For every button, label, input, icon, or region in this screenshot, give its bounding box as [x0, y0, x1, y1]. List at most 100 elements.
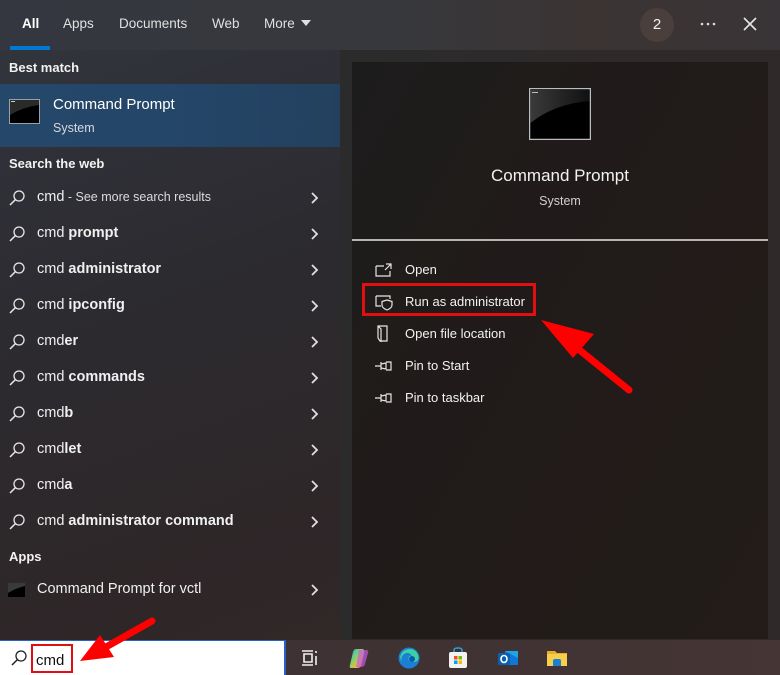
tab-web[interactable]: Web: [212, 0, 240, 50]
search-icon: [9, 334, 25, 350]
web-result-item[interactable]: cmd ipconfig: [0, 288, 340, 324]
apps-heading: Apps: [9, 549, 42, 564]
copilot-icon[interactable]: [347, 646, 371, 670]
best-match-item[interactable]: Command Prompt System: [0, 84, 340, 147]
suggestion-text: let: [64, 441, 82, 457]
edge-icon[interactable]: [397, 646, 421, 670]
open-icon: [375, 263, 392, 277]
web-result-item[interactable]: cmd administrator: [0, 252, 340, 288]
suggestion-text: b: [64, 405, 74, 421]
caret-down-icon: [300, 20, 311, 26]
chevron-right-icon: [311, 264, 319, 276]
web-result-label: cmda: [37, 477, 72, 493]
query-text: cmd: [37, 513, 69, 529]
store-icon[interactable]: [446, 646, 470, 670]
tab-more[interactable]: More: [264, 0, 311, 50]
search-icon: [11, 650, 27, 666]
search-icon: [9, 298, 25, 314]
search-icon: [9, 514, 25, 530]
action-pin-to-taskbar-label: Pin to taskbar: [405, 390, 485, 405]
command-prompt-icon: [9, 99, 40, 124]
search-icon: [9, 190, 25, 206]
search-icon: [9, 406, 25, 422]
file-explorer-icon[interactable]: [545, 646, 569, 670]
app-result-item[interactable]: Command Prompt for vctl: [0, 572, 340, 608]
query-text: cmd: [37, 405, 65, 421]
results-list: Best match Command Prompt System Search …: [0, 50, 340, 640]
suggestion-suffix: - See more search results: [64, 190, 211, 204]
close-icon: [743, 17, 757, 31]
web-result-label: cmdlet: [37, 441, 81, 457]
web-result-label: cmd commands: [37, 369, 145, 385]
chevron-right-icon: [311, 300, 319, 312]
query-text: cmd: [37, 477, 65, 493]
task-view-icon[interactable]: [298, 646, 322, 670]
web-result-label: cmdb: [37, 405, 73, 421]
suggestion-text: a: [64, 477, 73, 493]
best-match-title: Command Prompt: [53, 96, 175, 113]
preview-divider: [352, 239, 768, 241]
chevron-right-icon: [311, 516, 319, 528]
web-result-label: cmder: [37, 333, 78, 349]
search-filter-bar: All Apps Documents Web More 2: [0, 0, 780, 50]
pin-icon: [375, 393, 392, 403]
search-icon: [9, 442, 25, 458]
command-prompt-large-icon: [529, 88, 591, 140]
web-result-item[interactable]: cmd commands: [0, 360, 340, 396]
action-run-as-administrator[interactable]: Run as administrator: [374, 289, 674, 315]
web-result-item[interactable]: cmdlet: [0, 432, 340, 468]
web-result-item[interactable]: cmdb: [0, 396, 340, 432]
web-result-item[interactable]: cmder: [0, 324, 340, 360]
shield-icon: [375, 295, 393, 311]
web-result-label: cmd prompt: [37, 225, 118, 241]
web-result-label: cmd ipconfig: [37, 297, 125, 313]
chevron-right-icon: [311, 408, 319, 420]
command-prompt-icon: [8, 583, 25, 597]
web-result-item[interactable]: cmd administrator command: [0, 504, 340, 540]
taskbar: [0, 640, 780, 675]
tab-apps[interactable]: Apps: [63, 0, 94, 50]
query-text: cmd: [37, 297, 69, 313]
web-result-label: cmd administrator command: [37, 513, 234, 529]
chevron-right-icon: [311, 584, 319, 596]
action-pin-to-taskbar[interactable]: Pin to taskbar: [374, 385, 674, 411]
preview-subtitle: System: [539, 194, 581, 208]
web-result-label: cmd administrator: [37, 261, 161, 277]
suggestion-text: administrator command: [68, 513, 234, 529]
ellipsis-icon: [700, 22, 716, 26]
rewards-badge[interactable]: 2: [640, 8, 674, 42]
action-open-label: Open: [405, 262, 437, 277]
search-web-heading: Search the web: [9, 156, 105, 171]
suggestion-text: administrator: [68, 261, 162, 277]
outlook-icon[interactable]: [496, 646, 520, 670]
more-options-button[interactable]: [694, 10, 722, 38]
web-result-item[interactable]: cmd - See more search results: [0, 180, 340, 216]
search-input[interactable]: [36, 649, 236, 671]
search-icon: [9, 478, 25, 494]
web-result-item[interactable]: cmd prompt: [0, 216, 340, 252]
best-match-subtitle: System: [53, 121, 95, 135]
tab-documents[interactable]: Documents: [119, 0, 187, 50]
query-text: cmd: [37, 189, 65, 205]
web-result-label: cmd - See more search results: [37, 189, 211, 205]
tab-all[interactable]: All: [22, 0, 39, 50]
action-pin-to-start[interactable]: Pin to Start: [374, 353, 674, 379]
file-location-icon: [377, 325, 388, 342]
chevron-right-icon: [311, 336, 319, 348]
query-text: cmd: [37, 369, 69, 385]
action-open-file-location-label: Open file location: [405, 326, 506, 341]
action-pin-to-start-label: Pin to Start: [405, 358, 470, 373]
action-open[interactable]: Open: [374, 257, 674, 283]
action-run-as-administrator-label: Run as administrator: [405, 294, 525, 309]
best-match-heading: Best match: [9, 60, 80, 75]
close-button[interactable]: [736, 10, 764, 38]
web-result-item[interactable]: cmda: [0, 468, 340, 504]
preview-card: Command Prompt System Open Run as admini…: [352, 62, 768, 639]
taskbar-search-box[interactable]: [0, 640, 286, 675]
suggestion-text: er: [64, 333, 79, 349]
suggestion-text: ipconfig: [68, 297, 125, 313]
query-text: cmd: [37, 333, 65, 349]
app-result-label: Command Prompt for vctl: [37, 581, 202, 597]
chevron-right-icon: [311, 372, 319, 384]
action-open-file-location[interactable]: Open file location: [374, 321, 674, 347]
